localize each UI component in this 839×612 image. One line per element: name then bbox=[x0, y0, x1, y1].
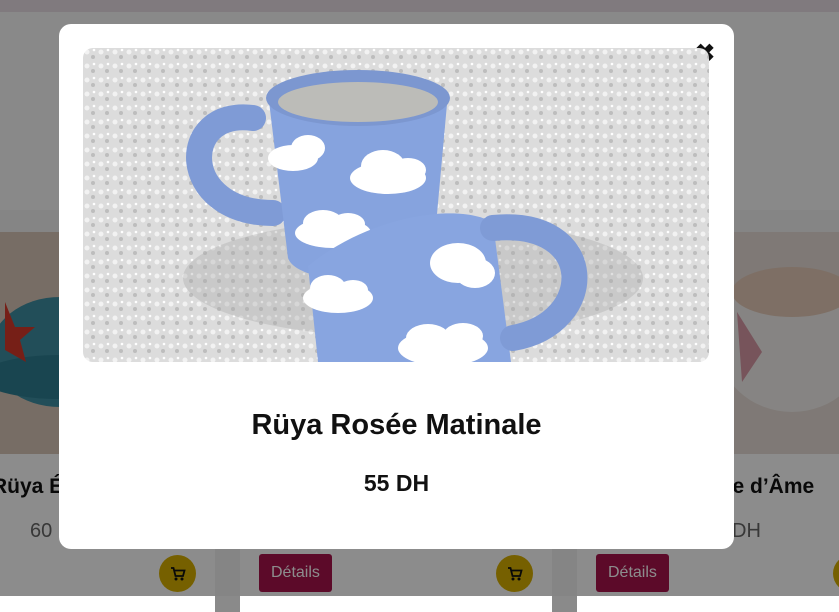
product-name: Rüya Rosée Matinale bbox=[251, 409, 542, 441]
product-price: 55 DH bbox=[363, 470, 430, 496]
product-modal: ✖ bbox=[59, 24, 734, 549]
product-image bbox=[83, 48, 709, 362]
